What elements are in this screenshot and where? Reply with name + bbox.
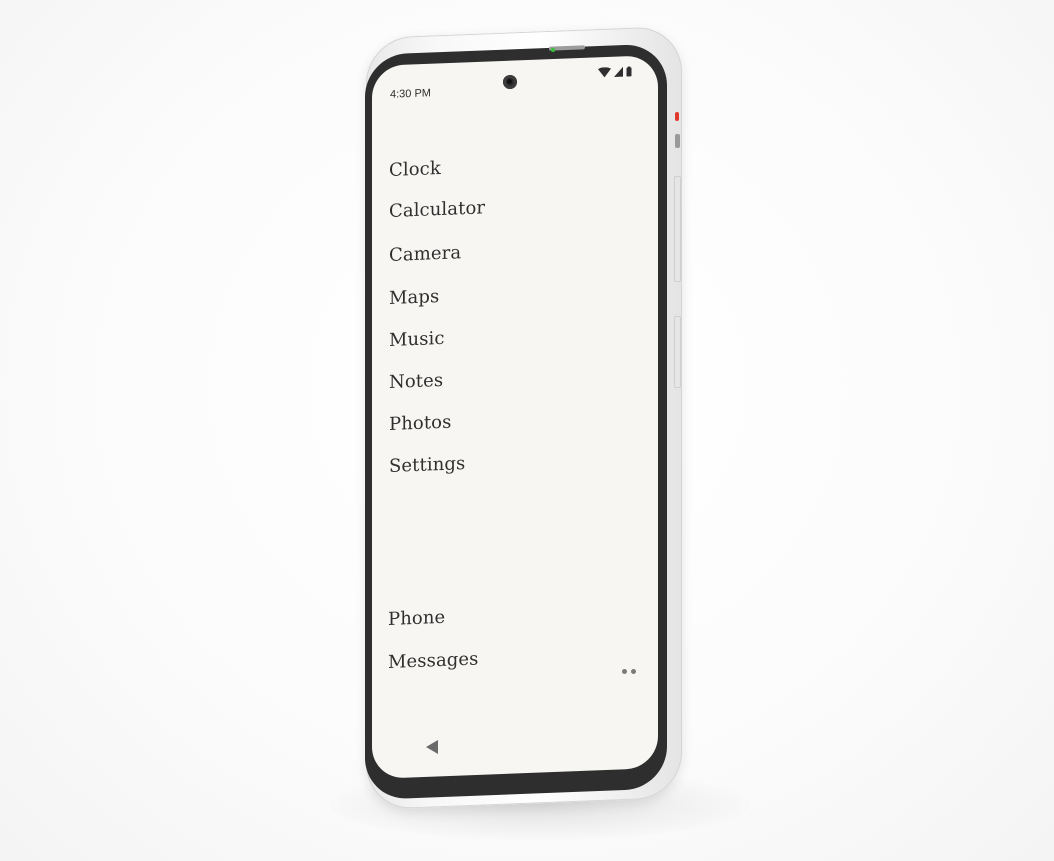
signal-icon bbox=[614, 66, 623, 78]
mute-switch[interactable] bbox=[675, 134, 680, 148]
back-triangle-icon[interactable] bbox=[425, 739, 439, 755]
phone-device: 4:30 PM Clock Calculator Camera Maps Mus… bbox=[0, 0, 1054, 861]
app-calculator[interactable]: Calculator bbox=[389, 197, 485, 222]
mute-switch-accent bbox=[675, 112, 679, 121]
battery-icon bbox=[626, 66, 632, 77]
page-indicator[interactable] bbox=[622, 669, 636, 674]
app-settings[interactable]: Settings bbox=[389, 453, 465, 477]
front-camera-icon bbox=[503, 75, 517, 89]
page-dot bbox=[622, 669, 627, 674]
volume-button[interactable] bbox=[674, 176, 681, 282]
status-time: 4:30 PM bbox=[390, 87, 431, 101]
wifi-icon bbox=[598, 67, 611, 78]
app-maps[interactable]: Maps bbox=[389, 286, 439, 309]
status-icons bbox=[598, 64, 632, 78]
app-camera[interactable]: Camera bbox=[389, 242, 461, 266]
status-led bbox=[551, 48, 555, 52]
product-render-scene: 4:30 PM Clock Calculator Camera Maps Mus… bbox=[0, 0, 1054, 861]
page-dot bbox=[631, 669, 636, 674]
app-photos[interactable]: Photos bbox=[389, 412, 451, 435]
power-button[interactable] bbox=[674, 316, 681, 388]
dock-messages[interactable]: Messages bbox=[388, 649, 479, 673]
dock-phone[interactable]: Phone bbox=[388, 607, 445, 630]
app-notes[interactable]: Notes bbox=[389, 370, 443, 393]
app-music[interactable]: Music bbox=[389, 328, 445, 351]
app-clock[interactable]: Clock bbox=[389, 158, 441, 181]
